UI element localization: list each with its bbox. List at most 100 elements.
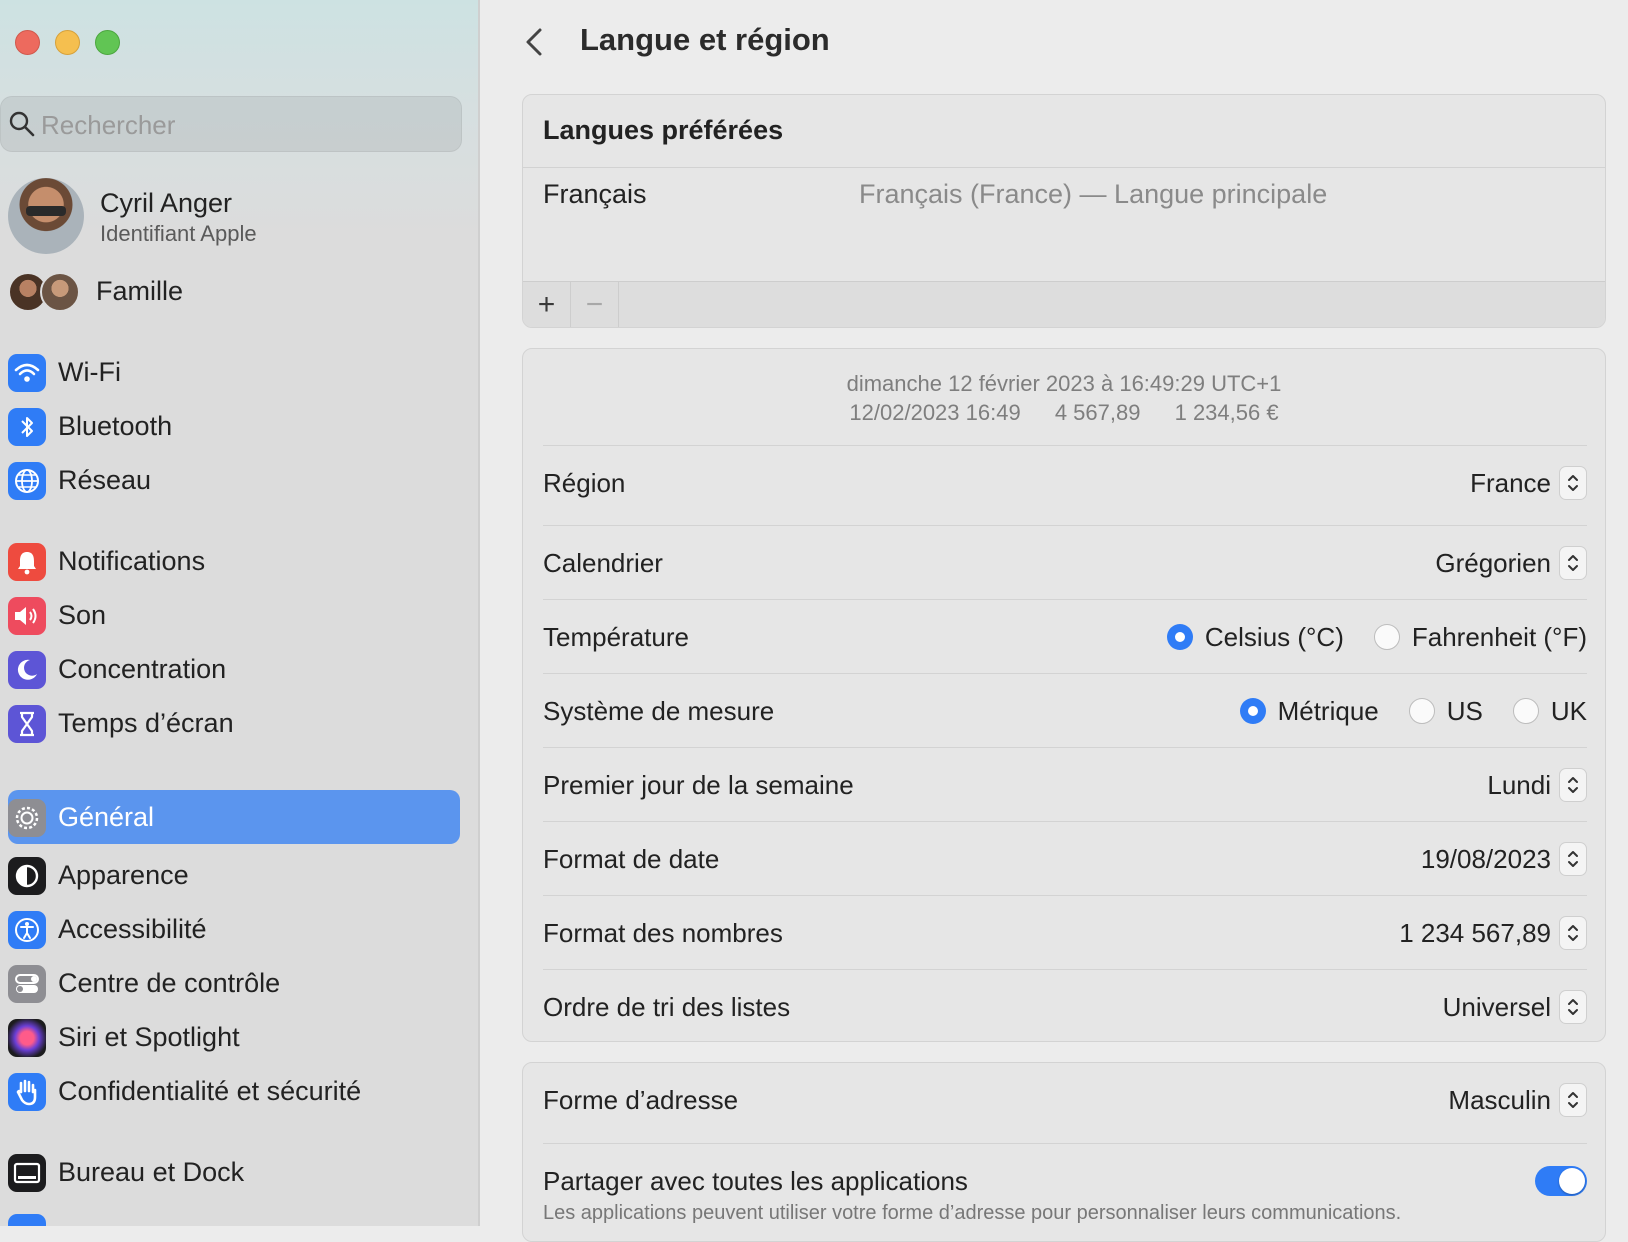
date-format-popup[interactable]: 19/08/2023 bbox=[1421, 842, 1587, 876]
sidebar-item-accessibilite[interactable]: Accessibilité bbox=[8, 902, 460, 956]
search-icon bbox=[9, 111, 35, 137]
chevron-updown-icon bbox=[1559, 842, 1587, 876]
address-row: Forme d’adresse Masculin bbox=[543, 1063, 1587, 1137]
radio-celsius[interactable]: Celsius (°C) bbox=[1166, 621, 1344, 653]
sidebar-item-label: Général bbox=[58, 802, 155, 832]
radio-button[interactable] bbox=[1373, 624, 1400, 650]
language-toolbar: + − bbox=[523, 281, 1605, 327]
first-day-label: Premier jour de la semaine bbox=[543, 770, 854, 800]
radio-button[interactable] bbox=[1512, 698, 1539, 724]
radio-button-selected[interactable] bbox=[1239, 698, 1266, 724]
calendar-popup[interactable]: Grégorien bbox=[1435, 546, 1587, 580]
moon-icon bbox=[8, 651, 46, 689]
share-label: Partager avec toutes les applications bbox=[543, 1166, 968, 1196]
sidebar-item-label: Siri et Spotlight bbox=[58, 1022, 240, 1052]
radio-label: US bbox=[1446, 695, 1483, 726]
sidebar-item-siri-spotlight[interactable]: Siri et Spotlight bbox=[8, 1010, 460, 1064]
region-label: Région bbox=[543, 468, 626, 498]
measurement-radio-group: Métrique US UK bbox=[1210, 692, 1587, 730]
chevron-updown-icon bbox=[1559, 768, 1587, 802]
region-row: Région France bbox=[543, 445, 1587, 520]
close-window-button[interactable] bbox=[15, 30, 40, 55]
radio-us[interactable]: US bbox=[1408, 695, 1483, 727]
share-toggle[interactable] bbox=[1535, 1166, 1587, 1196]
number-format-row: Format des nombres 1 234 567,89 bbox=[543, 895, 1587, 970]
radio-label: Fahrenheit (°F) bbox=[1411, 621, 1587, 652]
radio-metrique[interactable]: Métrique bbox=[1239, 696, 1379, 727]
preferred-languages-header: Langues préférées bbox=[523, 95, 1605, 168]
main-pane: Langue et région Langues préférées Franç… bbox=[480, 0, 1628, 1242]
region-value: France bbox=[1470, 467, 1551, 498]
radio-button[interactable] bbox=[1408, 698, 1435, 724]
chevron-left-icon bbox=[526, 28, 542, 56]
sidebar-item-son[interactable]: Son bbox=[8, 588, 460, 642]
address-value: Masculin bbox=[1448, 1084, 1551, 1115]
sidebar-item-notifications[interactable]: Notifications bbox=[8, 534, 460, 588]
sidebar-item-bluetooth[interactable]: Bluetooth bbox=[8, 399, 460, 453]
radio-fahrenheit[interactable]: Fahrenheit (°F) bbox=[1373, 621, 1587, 653]
toggles-icon bbox=[8, 965, 46, 1003]
gear-icon bbox=[8, 799, 46, 837]
temperature-radio-group: Celsius (°C) Fahrenheit (°F) bbox=[1137, 618, 1587, 656]
sidebar-item-partial[interactable] bbox=[8, 1205, 460, 1226]
sidebar-item-temps-ecran[interactable]: Temps d’écran bbox=[8, 696, 460, 750]
radio-button-selected[interactable] bbox=[1166, 624, 1193, 650]
minimize-window-button[interactable] bbox=[55, 30, 80, 55]
partial-icon bbox=[8, 1214, 46, 1226]
region-popup[interactable]: France bbox=[1470, 466, 1587, 500]
chevron-updown-icon bbox=[1559, 466, 1587, 500]
sidebar-item-bureau-dock[interactable]: Bureau et Dock bbox=[8, 1145, 460, 1199]
date-format-label: Format de date bbox=[543, 844, 720, 874]
first-day-popup[interactable]: Lundi bbox=[1487, 768, 1587, 802]
wifi-icon bbox=[8, 354, 46, 392]
first-day-value: Lundi bbox=[1487, 769, 1551, 800]
search-field[interactable] bbox=[0, 96, 462, 152]
back-button[interactable] bbox=[520, 22, 550, 62]
calendar-value: Grégorien bbox=[1435, 547, 1551, 578]
date-format-value: 19/08/2023 bbox=[1420, 843, 1551, 874]
number-format-value: 1 234 567,89 bbox=[1399, 917, 1551, 948]
calendar-label: Calendrier bbox=[543, 548, 663, 578]
sidebar-item-centre-controle[interactable]: Centre de contrôle bbox=[8, 956, 460, 1010]
sidebar-item-reseau[interactable]: Réseau bbox=[8, 453, 460, 507]
preferred-languages-title: Langues préférées bbox=[543, 115, 784, 145]
speaker-icon bbox=[8, 597, 46, 635]
remove-language-button[interactable]: − bbox=[571, 282, 619, 327]
preview-currency: 1 234,56 € bbox=[1174, 400, 1279, 425]
apple-id-account[interactable]: Cyril Anger Identifiant Apple bbox=[8, 178, 468, 256]
number-format-label: Format des nombres bbox=[543, 918, 783, 948]
chevron-updown-icon bbox=[1559, 916, 1587, 950]
zoom-window-button[interactable] bbox=[95, 30, 120, 55]
address-popup[interactable]: Masculin bbox=[1448, 1083, 1587, 1117]
sidebar-item-label: Réseau bbox=[58, 465, 152, 495]
format-preview: dimanche 12 février 2023 à 16:49:29 UTC+… bbox=[523, 369, 1605, 427]
sort-order-value: Universel bbox=[1442, 991, 1551, 1022]
sidebar-item-label: Apparence bbox=[58, 860, 189, 890]
sidebar-item-label: Notifications bbox=[58, 546, 206, 576]
sidebar-item-confidentialite[interactable]: Confidentialité et sécurité bbox=[8, 1064, 460, 1118]
preview-number: 4 567,89 bbox=[1054, 400, 1141, 425]
siri-icon bbox=[8, 1019, 46, 1057]
radio-label: Celsius (°C) bbox=[1204, 621, 1344, 652]
sidebar-item-label: Bureau et Dock bbox=[58, 1157, 245, 1187]
search-input[interactable] bbox=[39, 105, 443, 145]
number-format-popup[interactable]: 1 234 567,89 bbox=[1399, 916, 1587, 950]
sidebar-item-apparence[interactable]: Apparence bbox=[8, 848, 460, 902]
sidebar-item-general[interactable]: Général bbox=[8, 790, 460, 844]
radio-uk[interactable]: UK bbox=[1512, 695, 1587, 727]
hourglass-icon bbox=[8, 705, 46, 743]
address-label: Forme d’adresse bbox=[543, 1085, 739, 1115]
sidebar-item-label: Concentration bbox=[58, 654, 227, 684]
preferred-languages-card: Langues préférées Français Français (Fra… bbox=[522, 94, 1606, 328]
account-name: Cyril Anger bbox=[100, 188, 233, 218]
add-language-button[interactable]: + bbox=[523, 282, 571, 327]
sidebar-item-concentration[interactable]: Concentration bbox=[8, 642, 460, 696]
sort-order-popup[interactable]: Universel bbox=[1443, 990, 1587, 1024]
account-subtitle: Identifiant Apple bbox=[100, 221, 257, 246]
language-name[interactable]: Français bbox=[543, 179, 647, 210]
family-item[interactable]: Famille bbox=[8, 270, 468, 316]
sidebar-item-label: Son bbox=[58, 600, 107, 630]
sidebar-item-wifi[interactable]: Wi-Fi bbox=[8, 345, 460, 399]
radio-label: UK bbox=[1550, 695, 1587, 726]
avatar bbox=[8, 178, 84, 254]
